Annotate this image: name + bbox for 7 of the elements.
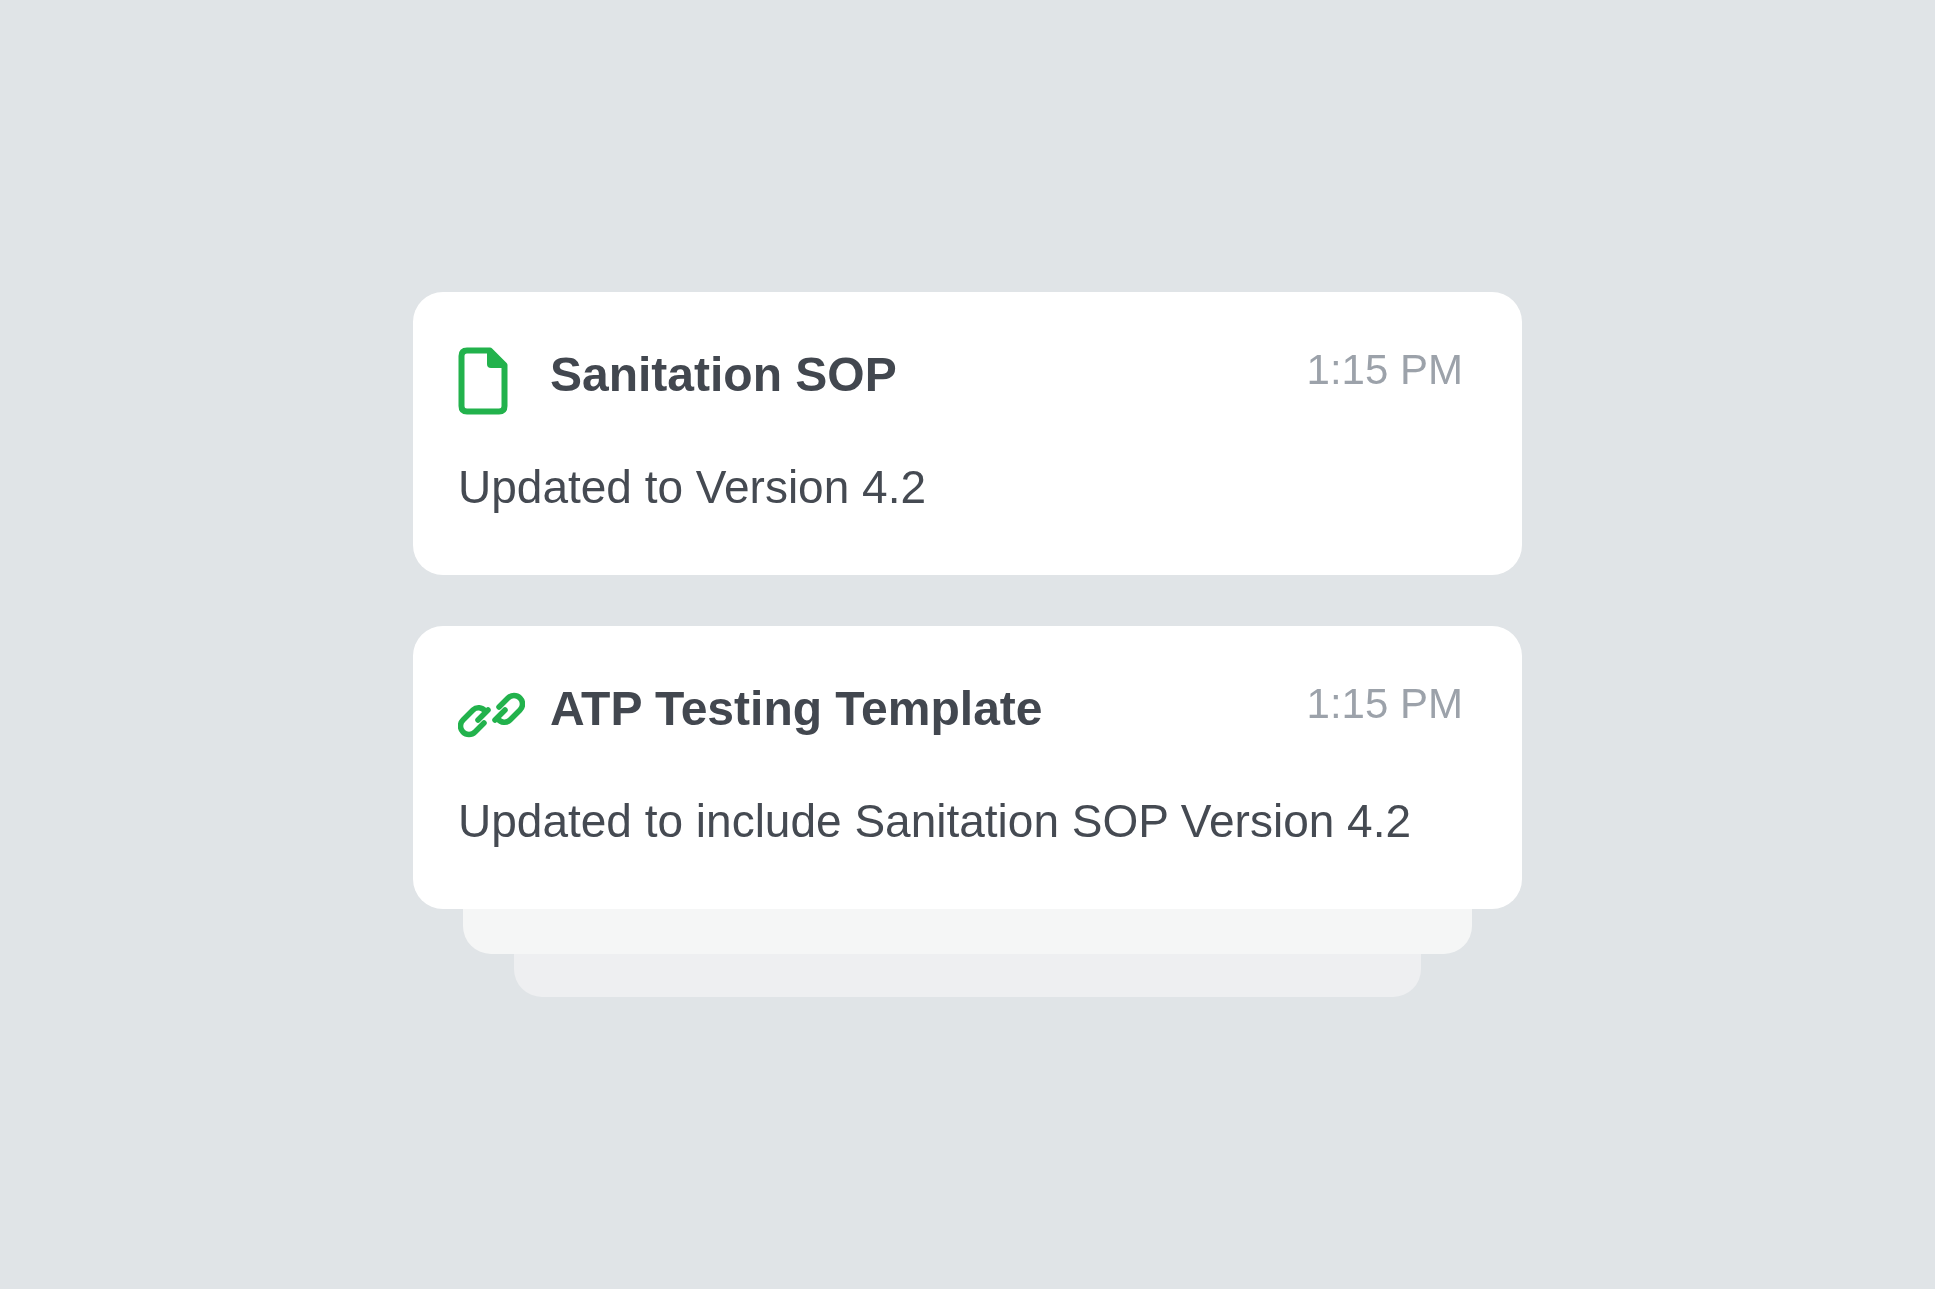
- notification-title: Sanitation SOP: [550, 351, 897, 399]
- notification-message: Updated to Version 4.2: [458, 461, 926, 513]
- notification-time: 1:15 PM: [1306, 349, 1463, 391]
- notification-message: Updated to include Sanitation SOP Version 4.2: [458, 795, 1412, 847]
- notification-time: 1:15 PM: [1306, 683, 1463, 725]
- document-icon: [458, 347, 508, 415]
- notification-title: ATP Testing Template: [550, 685, 1043, 733]
